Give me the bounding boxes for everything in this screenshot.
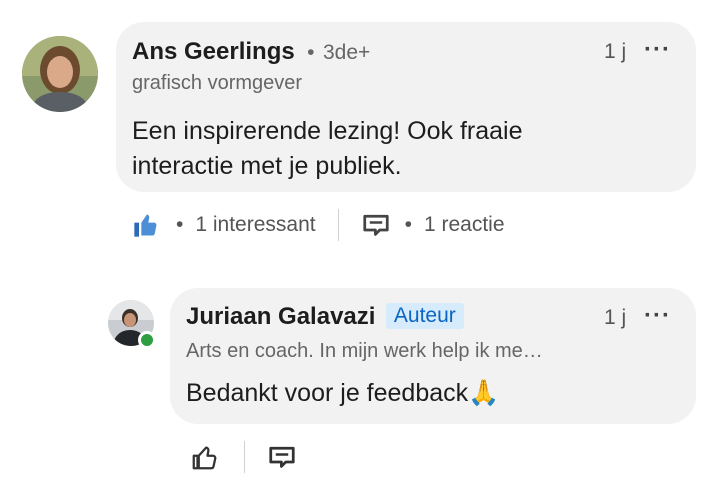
profile-photo-icon: [22, 36, 98, 112]
reply-timestamp: 1 j: [604, 306, 627, 329]
thumbs-up-filled-icon[interactable]: [132, 211, 160, 239]
comment-social-bar: • 1 interessant • 1 reactie: [132, 208, 505, 242]
reply-bullet: •: [404, 213, 412, 236]
comment-header: Ans Geerlings • 3de+: [132, 38, 370, 66]
online-status-indicator: [138, 331, 156, 349]
comment-author-name[interactable]: Ans Geerlings: [132, 38, 295, 65]
reply-header: Juriaan Galavazi Auteur: [186, 303, 464, 331]
avatar-ans-geerlings[interactable]: [22, 36, 98, 112]
comment-timestamp: 1 j: [604, 40, 627, 63]
social-divider: [244, 441, 245, 473]
social-divider: [337, 209, 339, 241]
reaction-bullet: •: [176, 213, 184, 236]
reply-author-headline: Arts en coach. In mijn werk help ik me…: [186, 340, 543, 362]
more-options-icon[interactable]: ···: [644, 36, 671, 64]
reply-count[interactable]: 1 reactie: [424, 213, 505, 237]
comment-author-headline: grafisch vormgever: [132, 72, 303, 94]
folded-hands-emoji: 🙏: [468, 379, 500, 407]
comment-text-line: Een inspirerende lezing! Ook fraaie: [132, 117, 523, 145]
reply-text: Bedankt voor je feedback🙏: [186, 376, 499, 411]
comment-icon[interactable]: [267, 442, 297, 472]
degree-separator: •: [307, 41, 315, 64]
reply-author-name[interactable]: Juriaan Galavazi: [186, 303, 375, 330]
author-badge: Auteur: [385, 303, 464, 329]
more-options-icon[interactable]: ···: [644, 302, 671, 330]
comment-text: Een inspirerende lezing! Ook fraaie inte…: [132, 114, 523, 184]
thumbs-up-outline-icon[interactable]: [190, 442, 220, 472]
comment-text-line: interactie met je publiek.: [132, 152, 402, 180]
reply-text-content: Bedankt voor je feedback: [186, 379, 469, 407]
connection-degree: 3de+: [322, 41, 371, 64]
comment-icon[interactable]: [361, 210, 391, 240]
reaction-count[interactable]: 1 interessant: [195, 213, 315, 237]
reply-social-bar: [190, 440, 297, 474]
